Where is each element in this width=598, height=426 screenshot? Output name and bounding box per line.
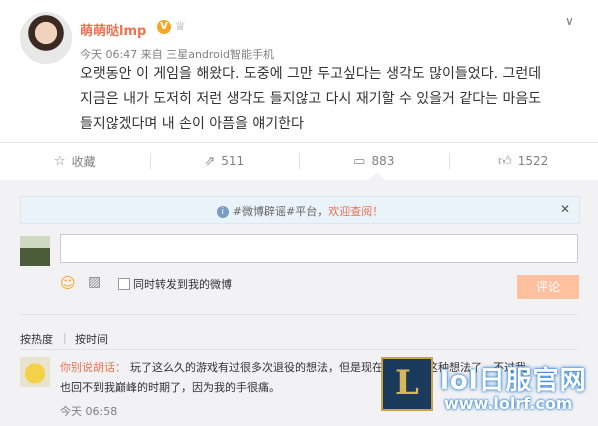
- star-icon: ☆: [53, 153, 66, 169]
- like-count: 1522: [517, 154, 549, 168]
- comment-count: 883: [371, 154, 395, 168]
- reply-time: 今天 06:58: [60, 405, 118, 418]
- notice-prefix: #微博辟谣#平台，: [232, 205, 329, 218]
- member-crown-icon: ♕: [175, 19, 186, 33]
- post-meta: 今天 06:47 来自 三星android智能手机: [80, 46, 274, 62]
- watermark-url: www.lolrf.com: [444, 394, 573, 413]
- close-icon[interactable]: ✕: [560, 202, 570, 216]
- forward-checkbox[interactable]: [118, 278, 130, 290]
- current-user-avatar: [20, 236, 50, 266]
- info-icon: i: [216, 206, 229, 218]
- favorite-button[interactable]: ☆ 收藏: [0, 143, 150, 179]
- thumbs-up-icon: 👍︎: [498, 153, 512, 169]
- forward-label[interactable]: 同时转发到我的微博: [133, 276, 232, 292]
- repost-count: 511: [221, 154, 245, 168]
- verified-badge-icon: V: [157, 20, 171, 34]
- sort-divider: |: [63, 331, 67, 344]
- action-bar: ☆ 收藏 ⇗ 511 ▭ 883 👍︎ 1522: [0, 143, 598, 179]
- comment-input[interactable]: [60, 234, 578, 263]
- repost-button[interactable]: ⇗ 511: [149, 143, 300, 179]
- post-content-line: 들지않겠다며 내 손이 아픔을 얘기한다: [80, 116, 304, 132]
- sort-by-heat[interactable]: 按热度: [20, 331, 53, 347]
- username-link[interactable]: 萌萌哒lmp: [80, 20, 146, 39]
- reply-username[interactable]: 你别说胡话：: [60, 359, 126, 375]
- source-prefix: 来自: [140, 48, 163, 61]
- notice-highlight[interactable]: 欢迎查阅！: [328, 205, 383, 218]
- submit-comment-button[interactable]: 评论: [517, 275, 579, 299]
- comment-icon: ▭: [353, 153, 366, 169]
- repost-icon: ⇗: [204, 153, 216, 169]
- post-source: 三星android智能手机: [166, 48, 274, 61]
- post-content-line: 오랫동안 이 게임을 해왔다. 도중에 그만 두고싶다는 생각도 많이들었다. …: [80, 66, 542, 82]
- favorite-label: 收藏: [71, 154, 96, 169]
- comment-pointer: [369, 172, 385, 180]
- image-icon[interactable]: ▨: [88, 274, 101, 290]
- sort-by-time[interactable]: 按时间: [75, 331, 108, 347]
- notice-text[interactable]: i #微博辟谣#平台，欢迎查阅！: [21, 203, 579, 219]
- post-content-line: 지금은 내가 도저히 저런 생각도 들지않고 다시 재기할 수 있을거 같다는 …: [80, 91, 542, 107]
- user-avatar[interactable]: [20, 12, 72, 64]
- divider: [20, 314, 578, 315]
- reply-text-line: 也回不到我巅峰的时期了，因为我的手很痛。: [60, 381, 280, 394]
- emoji-icon[interactable]: ☺: [60, 274, 76, 292]
- watermark-logo: L: [381, 357, 433, 411]
- post-content: 오랫동안 이 게임을 해왔다. 도중에 그만 두고싶다는 생각도 많이들었다. …: [80, 62, 585, 137]
- post-time[interactable]: 今天 06:47: [80, 48, 137, 61]
- like-button[interactable]: 👍︎ 1522: [448, 143, 598, 179]
- rumor-notice: i #微博辟谣#平台，欢迎查阅！ ✕: [20, 196, 580, 224]
- watermark-title: lol日服官网: [440, 366, 587, 396]
- divider: [20, 349, 578, 350]
- reply-avatar[interactable]: [20, 357, 50, 387]
- chevron-down-icon[interactable]: ∨: [565, 14, 574, 28]
